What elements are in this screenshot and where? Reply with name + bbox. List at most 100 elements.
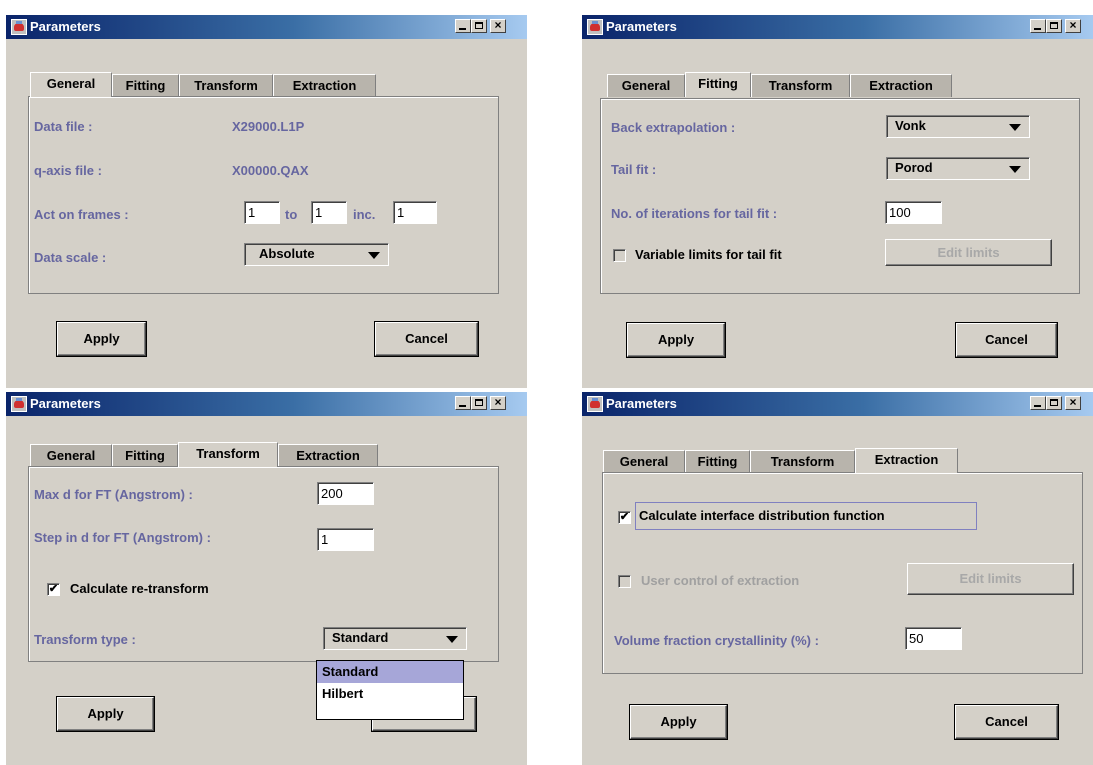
dropdown-value: Standard [332,630,389,645]
retransform-label: Calculate re-transform [70,581,209,596]
tab-general[interactable]: General [603,450,685,473]
tail-fit-label: Tail fit : [611,162,657,177]
tab-extraction[interactable]: Extraction [855,448,958,473]
frames-to-input[interactable]: 1 [311,201,347,224]
chevron-down-icon [1009,124,1021,131]
window-title: Parameters [606,396,677,411]
tab-panel: Max d for FT (Angstrom) : 200 Step in d … [28,466,499,662]
volume-fraction-input[interactable]: 50 [905,627,962,650]
close-icon[interactable]: × [490,19,506,33]
q-axis-file-value: X00000.QAX [232,163,309,178]
back-extrapolation-label: Back extrapolation : [611,120,736,135]
chevron-down-icon [368,252,380,259]
minimize-icon[interactable] [1030,19,1046,33]
iterations-input[interactable]: 100 [885,201,942,224]
option-hilbert[interactable]: Hilbert [317,683,463,705]
frames-inc-input[interactable]: 1 [393,201,437,224]
parameters-window-transform: Parameters × General Fitting Transform E… [6,392,527,765]
data-scale-dropdown[interactable]: Absolute [244,243,389,266]
dropdown-value: Absolute [259,246,315,261]
apply-button[interactable]: Apply [627,323,725,357]
edit-limits-button[interactable]: Edit limits [885,239,1052,266]
frames-from-input[interactable]: 1 [244,201,280,224]
parameters-window-extraction: Parameters × General Fitting Transform E… [582,392,1093,765]
interface-distribution-checkbox[interactable]: ✔ [618,511,631,524]
data-file-label: Data file : [34,119,93,134]
variable-limits-checkbox[interactable] [613,249,626,262]
maximize-icon[interactable] [471,396,487,410]
java-cup-icon [587,19,603,35]
maximize-icon[interactable] [471,19,487,33]
q-axis-file-label: q-axis file : [34,163,102,178]
back-extrapolation-dropdown[interactable]: Vonk [886,115,1030,138]
java-cup-icon [11,396,27,412]
title-bar[interactable]: Parameters × [6,15,527,39]
close-icon[interactable]: × [490,396,506,410]
data-scale-label: Data scale : [34,250,107,265]
tab-transform[interactable]: Transform [750,450,855,473]
tab-extraction[interactable]: Extraction [278,444,378,467]
tab-panel: ✔ Calculate interface distribution funct… [602,472,1083,674]
tab-extraction[interactable]: Extraction [273,74,376,97]
tab-fitting[interactable]: Fitting [112,74,179,97]
variable-limits-label: Variable limits for tail fit [635,247,782,262]
tail-fit-dropdown[interactable]: Porod [886,157,1030,180]
tab-extraction[interactable]: Extraction [850,74,952,97]
cancel-button[interactable]: Cancel [955,705,1058,739]
tab-transform[interactable]: Transform [751,74,850,97]
tab-fitting[interactable]: Fitting [685,450,750,473]
java-cup-icon [11,19,27,35]
interface-distribution-label: Calculate interface distribution functio… [639,508,885,523]
tab-transform[interactable]: Transform [179,74,273,97]
tab-fitting[interactable]: Fitting [112,444,178,467]
minimize-icon[interactable] [1030,396,1046,410]
title-bar[interactable]: Parameters × [582,392,1093,416]
user-control-checkbox[interactable] [618,575,631,588]
tab-general[interactable]: General [30,444,112,467]
option-standard[interactable]: Standard [317,661,463,683]
user-control-label: User control of extraction [641,573,800,588]
data-file-value: X29000.L1P [232,119,305,134]
tab-transform[interactable]: Transform [178,442,278,467]
step-d-input[interactable]: 1 [317,528,374,551]
transform-type-dropdown[interactable]: Standard [323,627,467,650]
volume-fraction-label: Volume fraction crystallinity (%) : [614,633,819,648]
minimize-icon[interactable] [455,396,471,410]
transform-type-label: Transform type : [34,632,136,647]
cancel-button[interactable]: Cancel [375,322,478,356]
dropdown-value: Vonk [895,118,926,133]
window-title: Parameters [30,19,101,34]
minimize-icon[interactable] [455,19,471,33]
maximize-icon[interactable] [1046,396,1062,410]
apply-button[interactable]: Apply [630,705,727,739]
parameters-window-general: Parameters × General Fitting Transform E… [6,15,527,388]
max-d-input[interactable]: 200 [317,482,374,505]
max-d-label: Max d for FT (Angstrom) : [34,487,193,502]
dropdown-value: Porod [895,160,933,175]
title-bar[interactable]: Parameters × [582,15,1093,39]
close-icon[interactable]: × [1065,396,1081,410]
apply-button[interactable]: Apply [57,322,146,356]
java-cup-icon [587,396,603,412]
window-title: Parameters [30,396,101,411]
close-icon[interactable]: × [1065,19,1081,33]
cancel-button[interactable]: Cancel [956,323,1057,357]
tab-general[interactable]: General [30,72,112,97]
apply-button[interactable]: Apply [57,697,154,731]
title-bar[interactable]: Parameters × [6,392,527,416]
to-label: to [285,207,298,222]
chevron-down-icon [446,636,458,643]
tab-general[interactable]: General [607,74,685,97]
maximize-icon[interactable] [1046,19,1062,33]
tab-panel: Data file : X29000.L1P q-axis file : X00… [28,96,499,294]
parameters-window-fitting: Parameters × General Fitting Transform E… [582,15,1093,388]
act-on-frames-label: Act on frames : [34,207,129,222]
tab-fitting[interactable]: Fitting [685,72,751,97]
retransform-checkbox[interactable]: ✔ [47,583,60,596]
iterations-label: No. of iterations for tail fit : [611,206,778,221]
window-title: Parameters [606,19,677,34]
edit-limits-button[interactable]: Edit limits [907,563,1074,595]
step-d-label: Step in d for FT (Angstrom) : [34,530,211,545]
chevron-down-icon [1009,166,1021,173]
transform-type-options: Standard Hilbert [316,660,464,720]
